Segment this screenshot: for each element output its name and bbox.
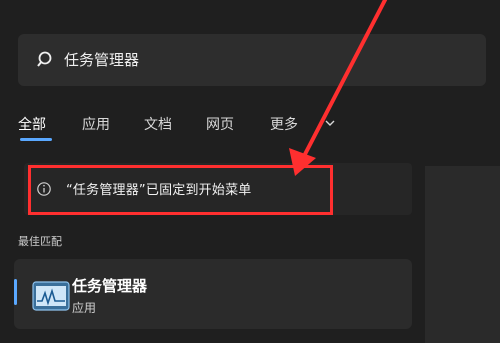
tab-all[interactable]: 全部	[18, 114, 46, 134]
app-title: 任务管理器	[72, 277, 148, 295]
best-match-item[interactable]: 任务管理器 应用	[14, 259, 412, 329]
search-tabs: 全部 应用 文档 网页 更多	[18, 114, 498, 148]
details-panel	[425, 166, 500, 343]
best-match-heading: 最佳匹配	[18, 235, 62, 248]
active-tab-indicator	[20, 138, 52, 141]
tab-more[interactable]: 更多	[270, 114, 298, 134]
annotation-highlight-box	[28, 165, 333, 215]
task-manager-icon	[32, 281, 70, 311]
search-box[interactable]: 任务管理器	[18, 34, 486, 86]
selection-indicator	[14, 279, 17, 305]
app-type: 应用	[72, 301, 97, 315]
tab-documents[interactable]: 文档	[144, 114, 172, 134]
tab-web[interactable]: 网页	[206, 114, 234, 134]
chevron-down-icon[interactable]	[325, 118, 335, 128]
search-input[interactable]: 任务管理器	[64, 49, 139, 70]
tab-apps[interactable]: 应用	[82, 114, 110, 134]
search-icon	[37, 51, 52, 67]
